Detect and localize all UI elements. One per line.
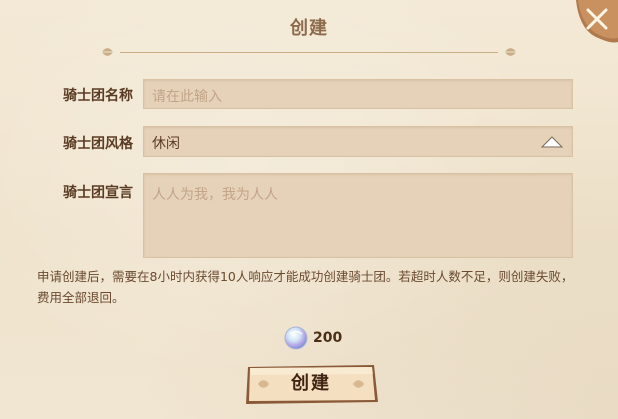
name-input[interactable]: 请在此输入 bbox=[143, 79, 573, 109]
create-knight-group-dialog: 创建 骑士团名称 请在此输入 骑士团风格 休闲 骑士团宣言 人人为我，我为人人 … bbox=[0, 0, 618, 419]
triangle-up-icon bbox=[540, 136, 564, 148]
divider-line bbox=[120, 52, 498, 53]
style-label: 骑士团风格 bbox=[63, 136, 133, 152]
create-button-label: 创建 bbox=[291, 373, 331, 394]
style-select[interactable]: 休闲 bbox=[143, 126, 573, 157]
close-x-icon bbox=[576, 0, 618, 43]
dialog-title: 创建 bbox=[290, 18, 328, 39]
declaration-textarea[interactable]: 人人为我，我为人人 bbox=[143, 173, 573, 258]
cost-amount: 200 bbox=[313, 330, 343, 346]
declaration-label: 骑士团宣言 bbox=[63, 185, 133, 201]
title-divider bbox=[100, 48, 518, 56]
crystal-gem-icon bbox=[284, 326, 308, 350]
cost-display: 200 bbox=[282, 323, 342, 353]
creation-notice: 申请创建后，需要在8小时内获得10人响应才能成功创建骑士团。若超时人数不足，则创… bbox=[37, 269, 574, 305]
style-selected-value: 休闲 bbox=[152, 136, 180, 152]
leaf-ornament-icon bbox=[102, 48, 113, 56]
create-button[interactable]: 创建 bbox=[242, 362, 380, 406]
name-label: 骑士团名称 bbox=[63, 88, 133, 104]
close-button[interactable] bbox=[572, 0, 618, 46]
leaf-ornament-icon bbox=[505, 48, 516, 56]
